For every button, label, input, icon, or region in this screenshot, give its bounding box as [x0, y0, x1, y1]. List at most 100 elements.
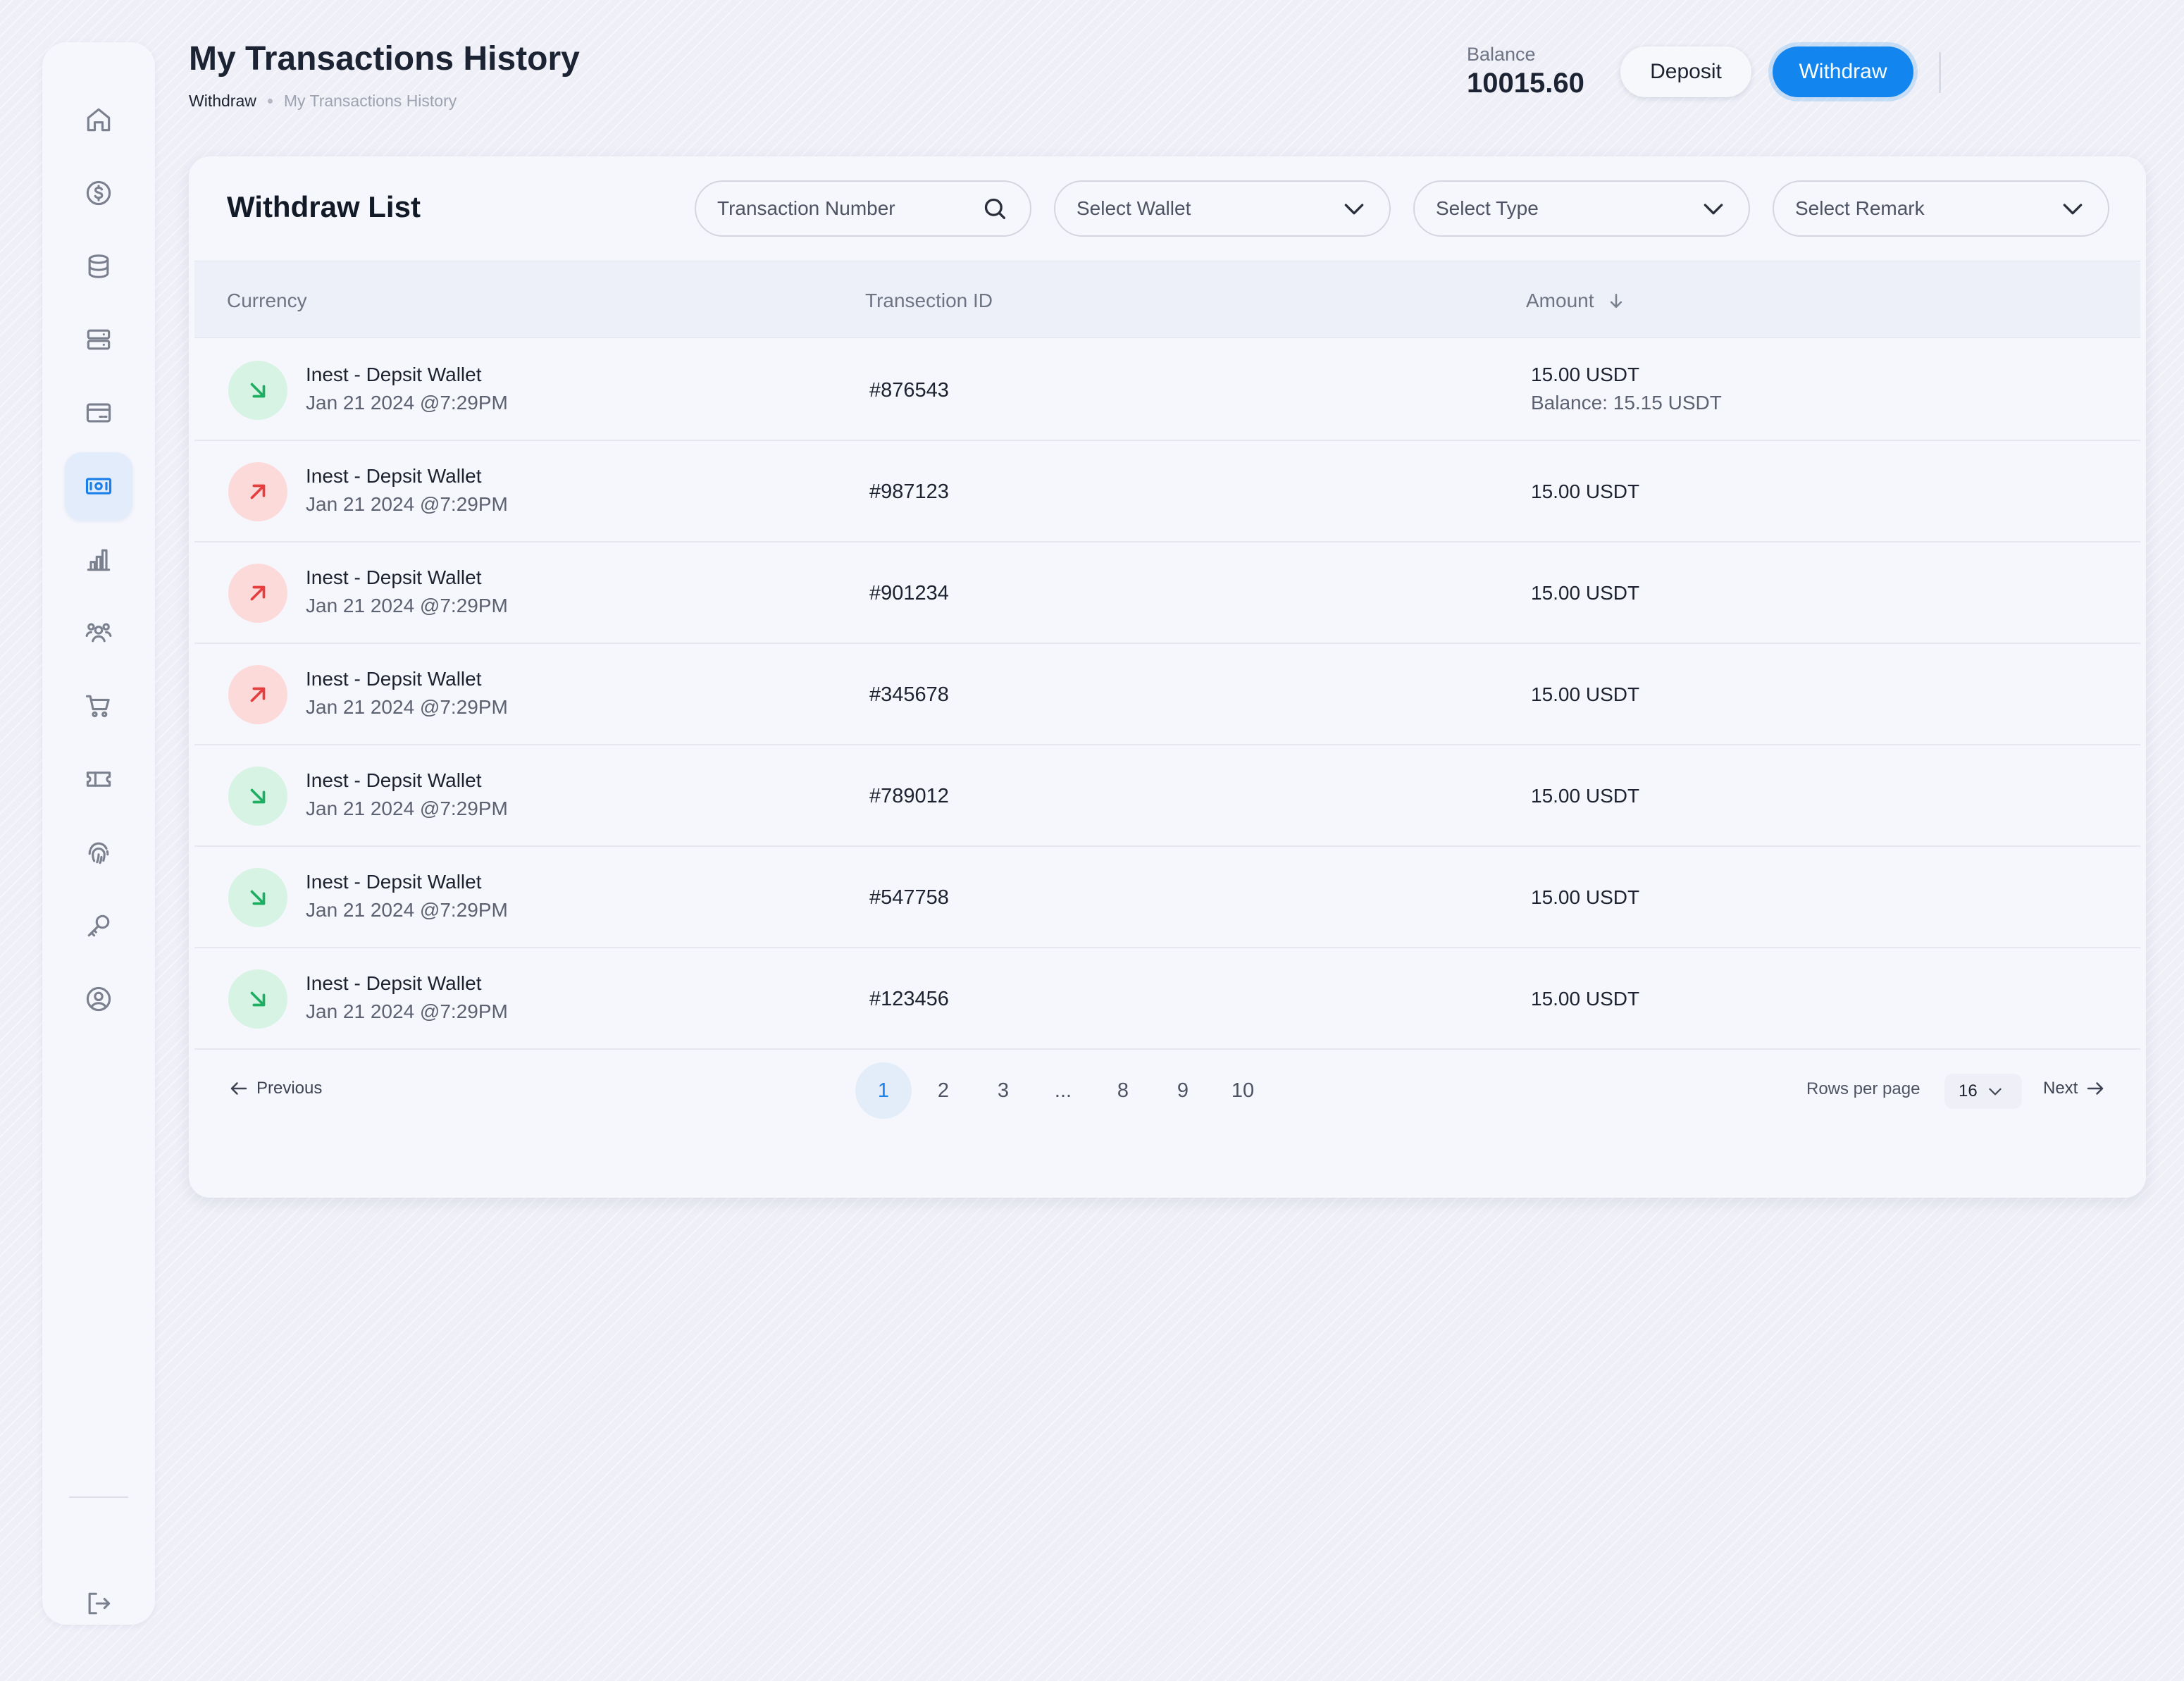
transaction-id: #345678 [869, 683, 949, 706]
card-title: Withdraw List [227, 190, 421, 223]
header-divider [1939, 52, 1941, 93]
transaction-balance: Balance: 15.15 USDT [1531, 392, 1722, 414]
incoming-transaction-icon [228, 868, 287, 927]
money-bill-icon [85, 478, 112, 495]
breadcrumb-current: My Transactions History [283, 92, 457, 110]
next-page-button[interactable]: Next [2043, 1078, 2106, 1099]
wallet-name: Inest - Depsit Wallet [306, 972, 482, 994]
pagination: Previous 1 2 3... 8 9 10 Rows per page 16 Nex… [194, 1047, 2140, 1137]
arrow-down-right-icon [250, 788, 266, 804]
transaction-amount: 15.00 USDT [1531, 364, 1640, 385]
transaction-search-input[interactable] [717, 197, 981, 220]
sidebar-item-users[interactable] [65, 599, 132, 666]
outgoing-transaction-icon [228, 462, 287, 521]
sidebar-item-shop[interactable] [65, 672, 132, 740]
rows-per-page-select[interactable]: 16 [1944, 1074, 2022, 1109]
balance-value: 10015.60 [1467, 68, 1584, 99]
table-row[interactable]: Inest - Depsit Wallet Jan 21 2024 @7:29PM… [194, 441, 2140, 542]
wallet-name: Inest - Depsit Wallet [306, 668, 482, 690]
page-number-button[interactable]: 2 [915, 1062, 972, 1119]
chevron-down-icon [1989, 1088, 2002, 1096]
fingerprint-icon [88, 842, 109, 864]
transaction-date: Jan 21 2024 @7:29PM [306, 798, 508, 819]
transaction-amount: 15.00 USDT [1531, 785, 1640, 807]
breadcrumb: Withdraw My Transactions History [189, 92, 457, 111]
incoming-transaction-icon [228, 361, 287, 420]
sidebar-divider [69, 1496, 128, 1498]
table-row[interactable]: Inest - Depsit Wallet Jan 21 2024 @7:29PM… [194, 340, 2140, 441]
transaction-id: #987123 [869, 480, 949, 503]
arrow-left-icon [230, 1082, 247, 1095]
sidebar-item-profile[interactable] [65, 965, 132, 1033]
page-number-button[interactable]: 3 [975, 1062, 1031, 1119]
transaction-id: #123456 [869, 988, 949, 1010]
withdraw-button[interactable]: Withdraw [1773, 46, 1913, 97]
select-wallet-dropdown[interactable]: Select Wallet [1054, 180, 1391, 237]
transaction-id: #789012 [869, 785, 949, 807]
bar-chart-icon [87, 549, 111, 571]
search-icon[interactable] [981, 194, 1009, 223]
page-number-button[interactable]: 10 [1215, 1062, 1271, 1119]
transaction-date: Jan 21 2024 @7:29PM [306, 696, 508, 718]
balance-label: Balance [1467, 44, 1536, 65]
deposit-button[interactable]: Deposit [1620, 46, 1751, 97]
wallet-name: Inest - Depsit Wallet [306, 364, 482, 385]
server-icon [87, 329, 111, 350]
rows-per-page-label: Rows per page [1806, 1079, 1921, 1098]
previous-page-button[interactable]: Previous [228, 1078, 322, 1099]
transaction-amount: 15.00 USDT [1531, 886, 1640, 908]
select-type-dropdown[interactable]: Select Type [1413, 180, 1750, 237]
table-row[interactable]: Inest - Depsit Wallet Jan 21 2024 @7:29PM… [194, 847, 2140, 948]
page-number-button[interactable]: 1 [855, 1062, 912, 1119]
sidebar-item-security[interactable] [65, 819, 132, 886]
page-title: My Transactions History [189, 40, 580, 77]
breadcrumb-withdraw-link[interactable]: Withdraw [189, 92, 256, 111]
transaction-amount: 15.00 USDT [1531, 582, 1640, 604]
arrow-up-right-icon [250, 585, 266, 601]
column-header-transaction-id[interactable]: Transection ID [865, 290, 993, 312]
sidebar-item-database[interactable] [65, 232, 132, 300]
arrow-right-icon [2087, 1082, 2104, 1095]
transaction-id: #547758 [869, 886, 949, 909]
column-header-amount[interactable]: Amount [1526, 290, 1627, 312]
select-wallet-label: Select Wallet [1077, 197, 1191, 219]
page-number-button[interactable]: 8 [1095, 1062, 1151, 1119]
table-row[interactable]: Inest - Depsit Wallet Jan 21 2024 @7:29PM… [194, 542, 2140, 644]
incoming-transaction-icon [228, 767, 287, 826]
sidebar-item-home[interactable] [65, 86, 132, 154]
transaction-amount: 15.00 USDT [1531, 683, 1640, 705]
arrow-up-right-icon [250, 484, 266, 500]
sidebar-item-card[interactable] [65, 379, 132, 447]
sidebar-item-server[interactable] [65, 306, 132, 373]
table-row[interactable]: Inest - Depsit Wallet Jan 21 2024 @7:29PM… [194, 644, 2140, 745]
table-row[interactable]: Inest - Depsit Wallet Jan 21 2024 @7:29PM… [194, 745, 2140, 847]
withdraw-list-card: Withdraw List Select Wallet Select Type … [189, 156, 2146, 1198]
transaction-id: #876543 [869, 379, 949, 402]
arrow-down-right-icon [250, 383, 266, 398]
chevron-down-icon [2063, 204, 2083, 215]
sidebar-item-dollar[interactable] [65, 159, 132, 227]
page-number-button[interactable]: 9 [1155, 1062, 1211, 1119]
wallet-name: Inest - Depsit Wallet [306, 566, 482, 588]
sidebar-item-tickets[interactable] [65, 745, 132, 813]
select-remark-dropdown[interactable]: Select Remark [1773, 180, 2109, 237]
transaction-date: Jan 21 2024 @7:29PM [306, 595, 508, 616]
table-row[interactable]: Inest - Depsit Wallet Jan 21 2024 @7:29PM… [194, 948, 2140, 1050]
sidebar-item-withdraw[interactable] [65, 452, 132, 520]
sidebar-item-reports[interactable] [65, 526, 132, 593]
select-type-label: Select Type [1436, 197, 1539, 219]
transaction-search-field[interactable] [695, 180, 1031, 237]
wallet-name: Inest - Depsit Wallet [306, 769, 482, 791]
shopping-cart-icon [85, 695, 110, 718]
column-header-currency[interactable]: Currency [227, 290, 307, 312]
transaction-id: #901234 [869, 582, 949, 604]
sort-arrow-down-icon[interactable] [1606, 290, 1627, 311]
transaction-date: Jan 21 2024 @7:29PM [306, 1000, 508, 1022]
logout-button[interactable] [65, 1570, 132, 1637]
logout-icon [88, 1592, 111, 1615]
arrow-down-right-icon [250, 890, 266, 905]
sidebar-item-keys[interactable] [65, 892, 132, 960]
credit-card-icon [86, 403, 111, 423]
outgoing-transaction-icon [228, 564, 287, 623]
page-ellipsis: ... [1054, 1079, 1072, 1102]
